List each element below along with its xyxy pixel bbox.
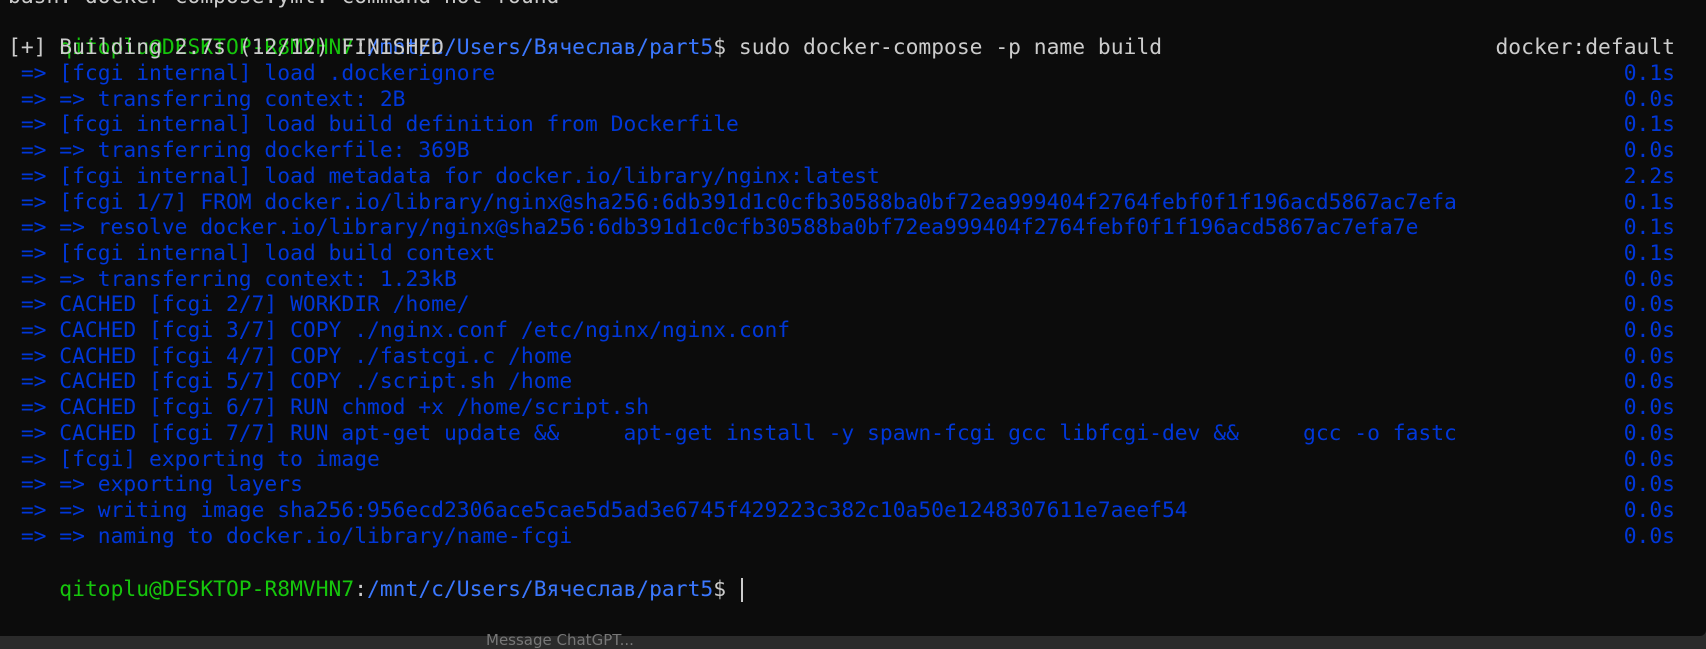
build-step-time: 0.1s — [1623, 215, 1675, 241]
background-window-text: Message ChatGPT... — [486, 631, 634, 649]
build-step-time: 0.0s — [1623, 266, 1675, 292]
build-step-text: => CACHED [fcgi 6/7] RUN chmod +x /home/… — [8, 395, 650, 421]
prompt-colon: : — [354, 577, 368, 602]
build-step-time: 0.0s — [1623, 472, 1675, 498]
build-step-time: 0.1s — [1623, 240, 1675, 266]
build-step-text: => [fcgi 1/7] FROM docker.io/library/ngi… — [8, 189, 1457, 215]
terminal-window[interactable]: bash: docker-compose.yml: command not fo… — [0, 0, 1706, 636]
build-step-time: 0.0s — [1623, 497, 1675, 523]
prompt-path: /mnt/c/Users/Вячеслав/part5 — [367, 577, 714, 602]
build-step-text: => [fcgi internal] load build context — [8, 240, 496, 266]
prompt-line: qitoplu@DESKTOP-R8MVHN7:/mnt/c/Users/Вяч… — [8, 6, 1162, 60]
build-step-time: 0.0s — [1623, 523, 1675, 549]
build-step-time: 0.0s — [1623, 292, 1675, 318]
build-step-text: => CACHED [fcgi 2/7] WORKDIR /home/ — [8, 292, 470, 318]
build-step-text: => => transferring dockerfile: 369B — [8, 138, 470, 164]
build-step-text: => [fcgi internal] load metadata for doc… — [8, 163, 880, 189]
build-step-text: => CACHED [fcgi 5/7] COPY ./script.sh /h… — [8, 369, 573, 395]
command-text: sudo docker-compose -p name build — [738, 35, 1163, 60]
build-step-time: 0.1s — [1623, 189, 1675, 215]
build-step-time: 0.0s — [1623, 138, 1675, 164]
build-step-text: => => exporting layers — [8, 472, 303, 498]
build-step-time: 0.1s — [1623, 61, 1675, 86]
build-step-time: 0.1s — [1623, 112, 1675, 138]
text-cursor — [740, 578, 743, 602]
build-step-time: 2.2s — [1623, 163, 1675, 189]
build-step-text: => => transferring context: 2B — [8, 86, 406, 112]
build-step-text: => [fcgi internal] load build definition… — [8, 112, 739, 138]
build-step-time: 0.0s — [1623, 395, 1675, 421]
prompt-symbol: $ — [713, 577, 739, 602]
build-step-time: 0.0s — [1623, 343, 1675, 369]
build-step-text: => [fcgi] exporting to image — [8, 446, 380, 472]
build-step-text: => CACHED [fcgi 7/7] RUN apt-get update … — [8, 420, 1457, 446]
build-step-time: 0.0s — [1623, 446, 1675, 472]
build-step-text: => => writing image sha256:956ecd2306ace… — [8, 497, 1188, 523]
build-header: [+] Building 2.7s (12/12) FINISHED — [8, 35, 444, 60]
build-step-time: 0.0s — [1623, 369, 1675, 395]
build-step-time: 0.0s — [1623, 420, 1675, 446]
build-step-text: => CACHED [fcgi 3/7] COPY ./nginx.conf /… — [8, 318, 791, 343]
build-step-time: 0.0s — [1623, 318, 1675, 343]
build-step-text: => => resolve docker.io/library/nginx@sh… — [8, 215, 1419, 241]
build-step-text: => CACHED [fcgi 4/7] COPY ./fastcgi.c /h… — [8, 343, 573, 369]
prompt-user-host: qitoplu@DESKTOP-R8MVHN7 — [59, 577, 355, 602]
build-context: docker:default — [1495, 35, 1675, 60]
build-step-time: 0.0s — [1623, 86, 1675, 112]
build-step-text: => => transferring context: 1.23kB — [8, 266, 457, 292]
prompt-line-current[interactable]: qitoplu@DESKTOP-R8MVHN7:/mnt/c/Users/Вяч… — [8, 548, 743, 602]
prompt-symbol: $ — [713, 35, 739, 60]
build-step-text: => [fcgi internal] load .dockerignore — [8, 61, 496, 86]
build-step-text: => => naming to docker.io/library/name-f… — [8, 523, 573, 549]
